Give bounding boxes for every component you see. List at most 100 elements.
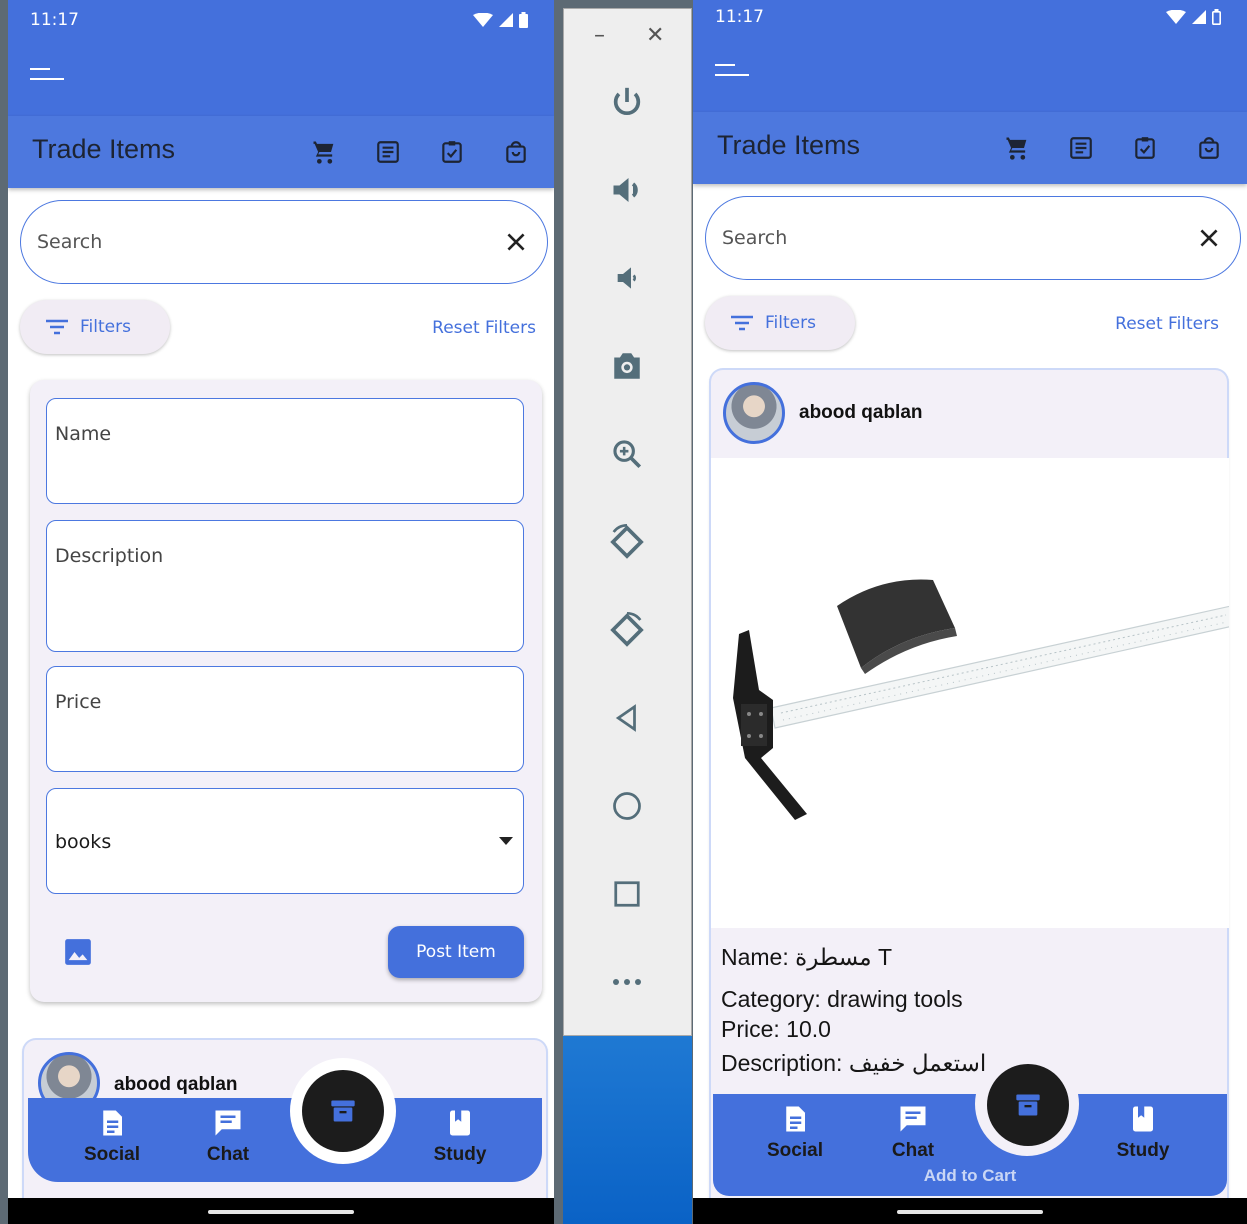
- article-icon: [377, 141, 399, 163]
- volume-up-button[interactable]: [604, 167, 650, 213]
- phone-screen-left: 11:17 Trade Items Search Filters Reset F…: [8, 0, 554, 1224]
- item-image[interactable]: [711, 458, 1234, 928]
- name-label: Name: [55, 423, 112, 445]
- item-category: Category: drawing tools: [721, 986, 963, 1012]
- bag-button[interactable]: [1177, 128, 1241, 168]
- new-item-form: Name Description Price books Post Item: [30, 380, 542, 1002]
- status-bar: 11:17: [693, 0, 1247, 36]
- volume-up-icon: [613, 178, 638, 202]
- price-label: Price: [55, 691, 102, 713]
- price-field[interactable]: Price: [46, 666, 524, 772]
- close-button[interactable]: ✕: [646, 23, 664, 48]
- orders-button[interactable]: [1113, 128, 1177, 168]
- filters-button[interactable]: Filters: [705, 296, 855, 350]
- image-icon[interactable]: [64, 938, 92, 966]
- bag-button[interactable]: [484, 132, 548, 172]
- document-icon: [103, 1110, 122, 1136]
- cart-icon: [313, 141, 334, 164]
- nav-chat-label: Chat: [206, 1144, 250, 1165]
- page-title: Trade Items: [32, 134, 176, 164]
- back-button[interactable]: [604, 695, 650, 741]
- search-field[interactable]: Search: [20, 200, 548, 284]
- market-fab[interactable]: [302, 1070, 384, 1152]
- cart-button[interactable]: [985, 128, 1049, 168]
- menu-icon[interactable]: [715, 58, 749, 82]
- archive-icon: [331, 1100, 355, 1122]
- post-username[interactable]: abood qablan: [799, 402, 923, 424]
- menu-icon[interactable]: [30, 62, 64, 86]
- page-title: Trade Items: [717, 130, 861, 160]
- clipboard-check-icon: [442, 141, 462, 163]
- post-item-button[interactable]: Post Item: [388, 926, 524, 978]
- nav-social-label: Social: [84, 1144, 140, 1165]
- rotate-left-icon: [610, 524, 644, 559]
- screenshot-button[interactable]: [604, 343, 650, 389]
- battery-icon: [1212, 9, 1221, 25]
- wifi-icon: [1166, 10, 1186, 24]
- article-icon: [1070, 137, 1092, 159]
- signal-icon: [1192, 10, 1206, 24]
- power-button[interactable]: [604, 79, 650, 125]
- nav-study[interactable]: Study: [410, 1108, 510, 1166]
- nav-social[interactable]: Social: [62, 1108, 162, 1166]
- search-placeholder: Search: [37, 231, 103, 253]
- nav-social[interactable]: Social: [745, 1104, 845, 1162]
- market-fab[interactable]: [987, 1064, 1069, 1146]
- filter-icon: [46, 319, 68, 335]
- avatar[interactable]: [723, 382, 785, 444]
- status-time: 11:17: [30, 10, 79, 30]
- nav-study[interactable]: Study: [1093, 1104, 1193, 1162]
- phone-screen-right: 11:17 Trade Items Search Filters Reset F…: [693, 0, 1247, 1224]
- overview-icon: [614, 881, 640, 907]
- gesture-bar: [8, 1198, 554, 1224]
- desktop-background: [563, 1036, 692, 1224]
- orders-button[interactable]: [420, 132, 484, 172]
- home-icon: [613, 792, 641, 820]
- close-icon[interactable]: [1196, 225, 1222, 251]
- filter-icon: [731, 315, 753, 331]
- reset-filters-link[interactable]: Reset Filters: [1115, 314, 1219, 334]
- add-to-cart-button[interactable]: Add to Cart: [713, 1166, 1227, 1186]
- reset-filters-link[interactable]: Reset Filters: [432, 318, 536, 338]
- list-button[interactable]: [356, 132, 420, 172]
- minimize-button[interactable]: –: [594, 23, 605, 48]
- name-field[interactable]: Name: [46, 398, 524, 504]
- description-label: Description: [55, 545, 164, 567]
- chat-icon: [215, 1110, 241, 1136]
- item-name: Name: مسطرة T: [721, 944, 893, 970]
- cart-button[interactable]: [292, 132, 356, 172]
- signal-icon: [499, 13, 513, 27]
- nav-social-label: Social: [767, 1140, 823, 1161]
- overview-button[interactable]: [604, 871, 650, 917]
- category-value: books: [55, 831, 112, 853]
- status-time: 11:17: [715, 7, 764, 27]
- list-button[interactable]: [1049, 128, 1113, 168]
- rotate-left-button[interactable]: [604, 519, 650, 565]
- nav-chat[interactable]: Chat: [863, 1104, 963, 1162]
- item-price: Price: 10.0: [721, 1016, 831, 1042]
- bottom-navigation: Social Chat Study: [28, 1098, 542, 1182]
- volume-down-icon: [617, 267, 636, 289]
- battery-icon: [519, 12, 528, 28]
- clipboard-check-icon: [1135, 137, 1155, 159]
- status-icons: [473, 12, 528, 28]
- more-button[interactable]: [604, 959, 650, 1005]
- t-square-ruler-image: [733, 579, 1234, 820]
- search-placeholder: Search: [722, 227, 788, 249]
- app-bar: Trade Items: [693, 36, 1247, 184]
- nav-chat-label: Chat: [891, 1140, 935, 1161]
- archive-icon: [1016, 1094, 1040, 1116]
- zoom-button[interactable]: [604, 431, 650, 477]
- post-username[interactable]: abood qablan: [114, 1074, 238, 1096]
- zoom-icon: [613, 440, 642, 469]
- description-field[interactable]: Description: [46, 520, 524, 652]
- home-button[interactable]: [604, 783, 650, 829]
- filters-button[interactable]: Filters: [20, 300, 170, 354]
- search-field[interactable]: Search: [705, 196, 1241, 280]
- rotate-right-button[interactable]: [604, 607, 650, 653]
- nav-chat[interactable]: Chat: [178, 1108, 278, 1166]
- volume-down-button[interactable]: [604, 255, 650, 301]
- shopping-bag-icon: [1199, 137, 1219, 159]
- close-icon[interactable]: [503, 229, 529, 255]
- category-select[interactable]: books: [46, 788, 524, 894]
